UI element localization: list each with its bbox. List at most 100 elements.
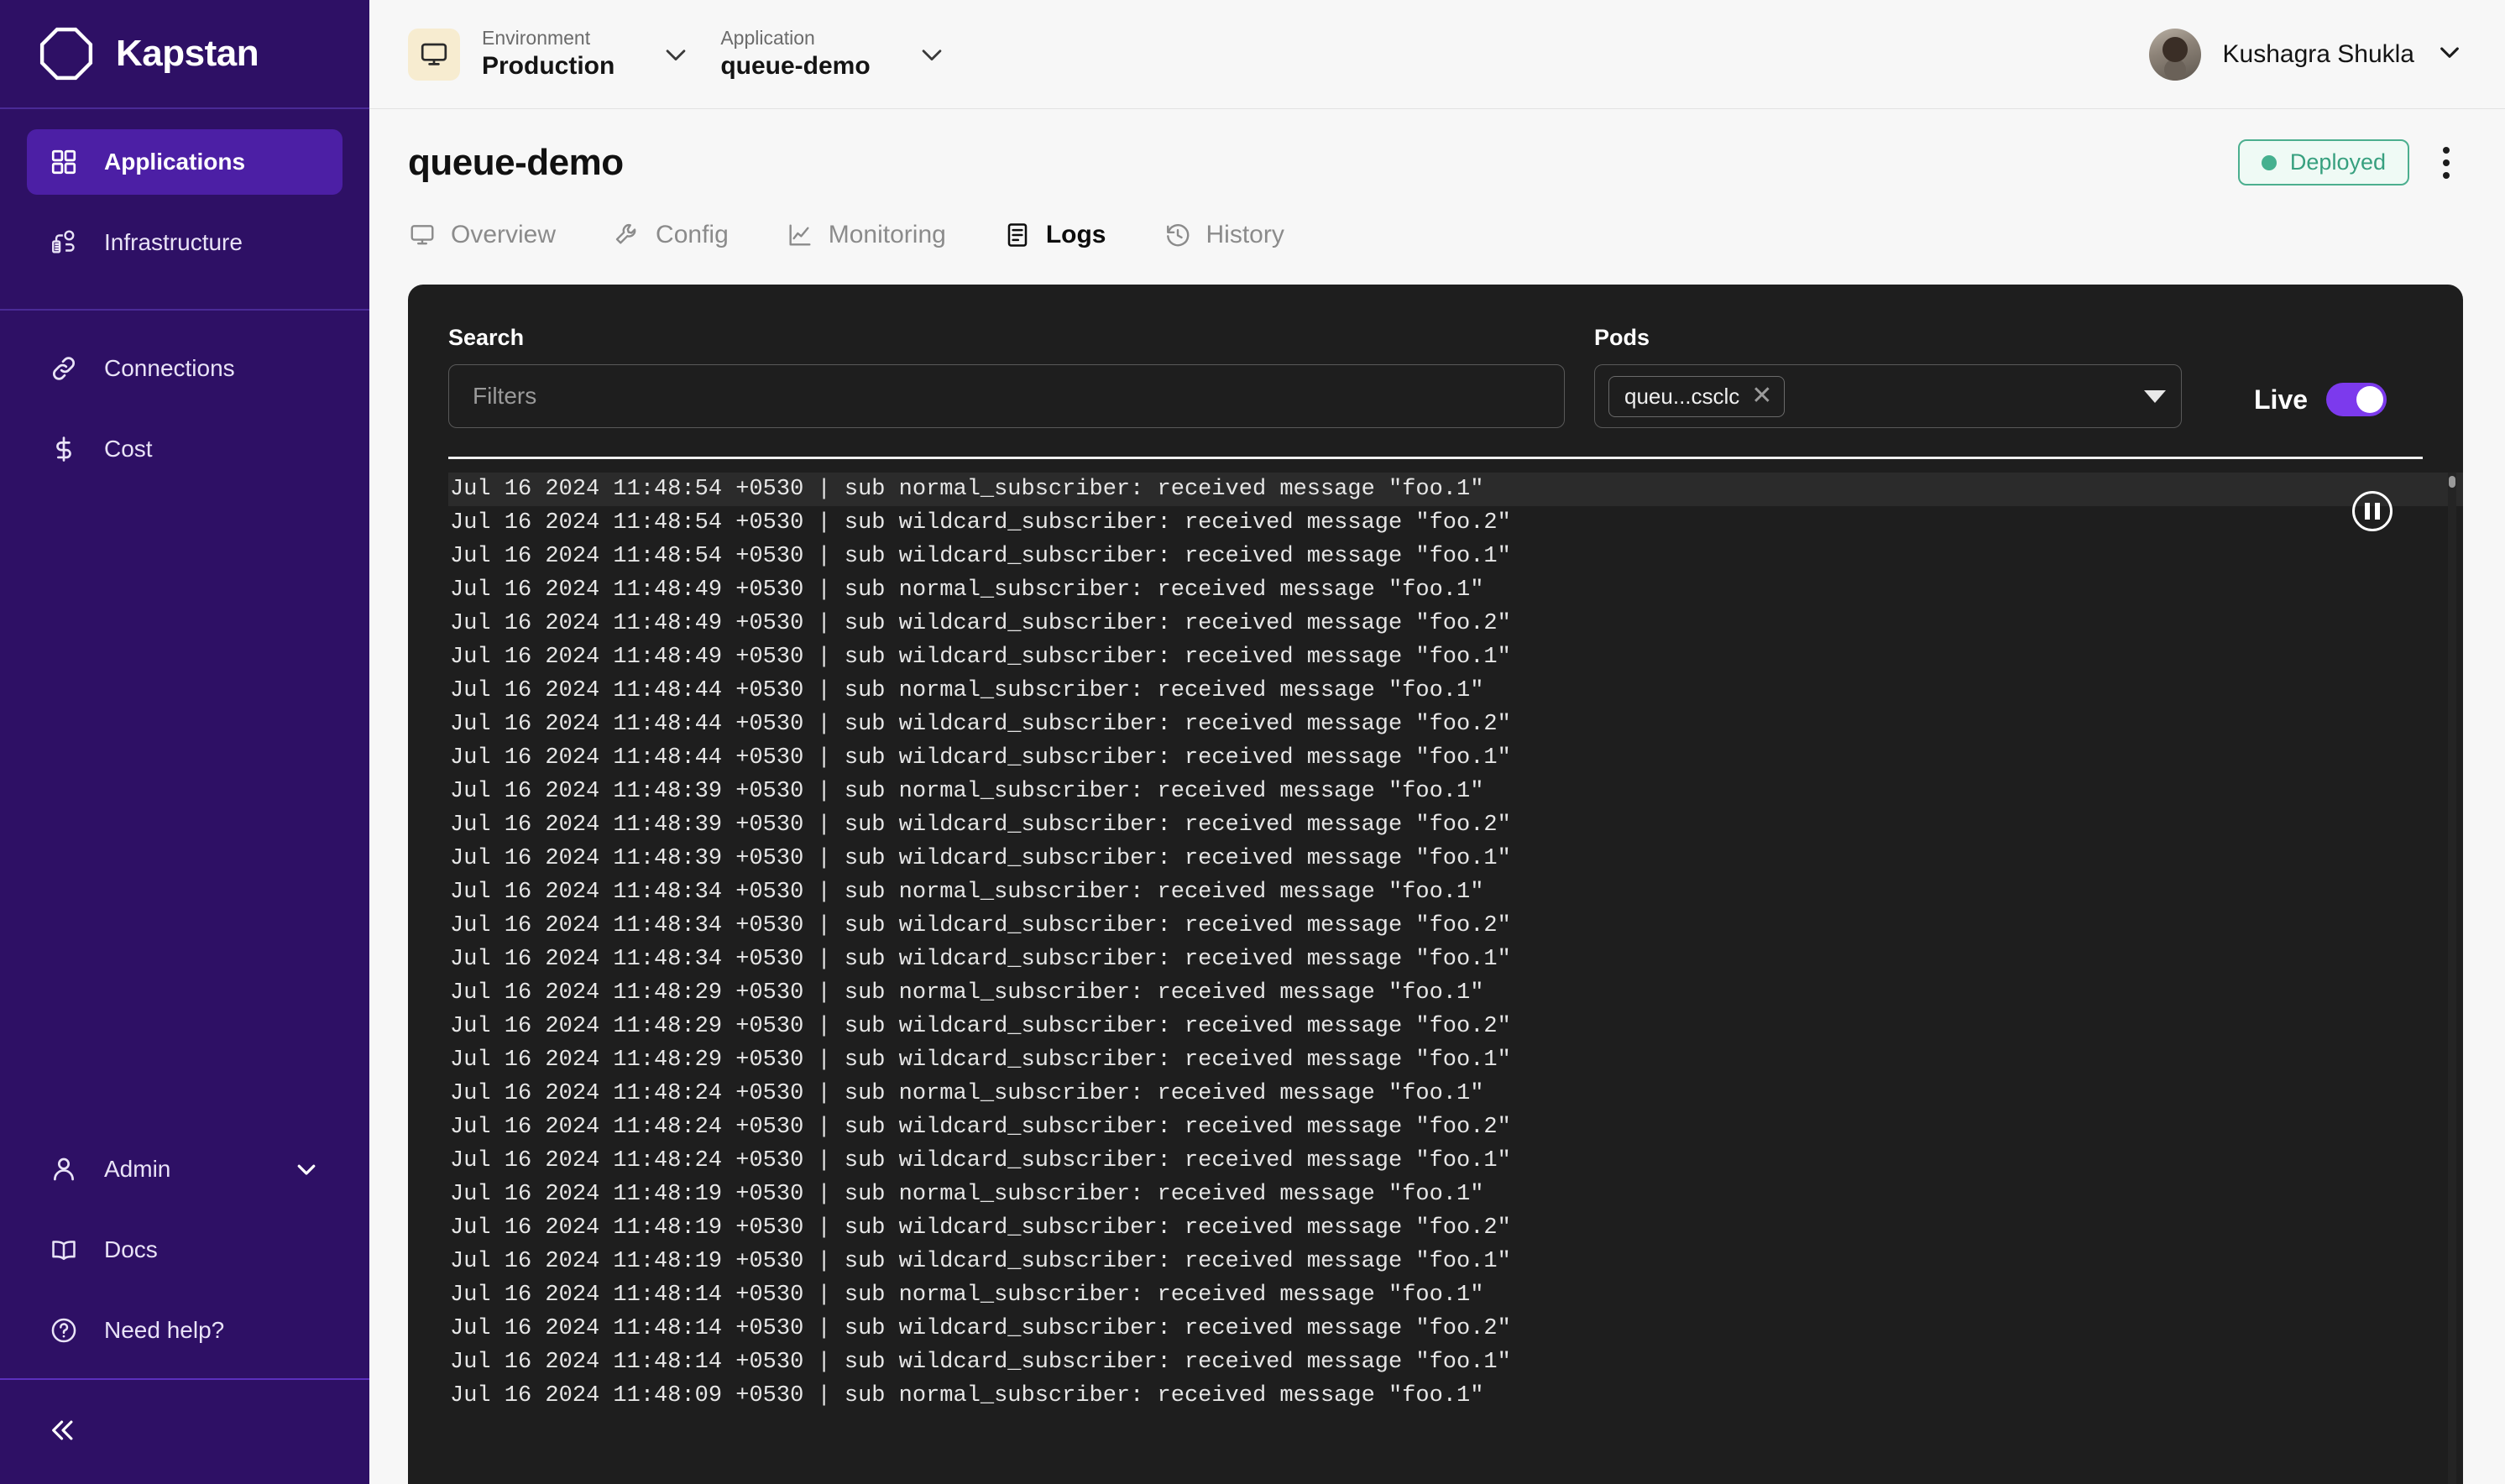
application-value: queue-demo <box>720 52 871 81</box>
sidebar-nav-bottom: Admin Docs Need help? <box>0 1137 369 1378</box>
page-title: queue-demo <box>408 141 624 183</box>
link-icon <box>49 353 79 384</box>
log-line: Jul 16 2024 11:48:44 +0530 | sub wildcar… <box>450 745 1511 771</box>
log-scrollbar[interactable] <box>2448 473 2456 1484</box>
log-line: Jul 16 2024 11:48:14 +0530 | sub wildcar… <box>450 1316 1511 1341</box>
topbar: Environment Production Application queue… <box>369 0 2505 109</box>
log-line: Jul 16 2024 11:48:54 +0530 | sub wildcar… <box>450 510 1511 536</box>
log-line: Jul 16 2024 11:48:49 +0530 | sub wildcar… <box>450 645 1511 670</box>
log-line: Jul 16 2024 11:48:19 +0530 | sub normal_… <box>450 1182 1484 1207</box>
pause-circle-icon[interactable] <box>2352 491 2393 531</box>
tab-history[interactable]: History <box>1164 221 1284 253</box>
sidebar-item-docs[interactable]: Docs <box>27 1217 343 1283</box>
monitor-icon <box>408 221 437 249</box>
pods-field-group: Pods queu...csclc ✕ <box>1594 325 2182 428</box>
avatar <box>2148 28 2201 81</box>
chart-line-icon <box>786 221 814 249</box>
log-line: Jul 16 2024 11:48:29 +0530 | sub wildcar… <box>450 1048 1511 1073</box>
live-label: Live <box>2254 384 2309 415</box>
environment-selector[interactable]: Environment Production <box>408 26 690 83</box>
log-line: Jul 16 2024 11:48:29 +0530 | sub normal_… <box>450 980 1484 1006</box>
sidebar-item-label: Admin <box>104 1156 171 1182</box>
sidebar-item-applications[interactable]: Applications <box>27 129 343 195</box>
tab-label: History <box>1205 221 1284 248</box>
search-input[interactable] <box>448 364 1565 428</box>
sidebar-item-infrastructure[interactable]: Infrastructure <box>27 210 343 275</box>
log-line: Jul 16 2024 11:48:34 +0530 | sub normal_… <box>450 880 1484 905</box>
environment-label: Environment <box>482 26 591 49</box>
sidebar-nav-secondary: Connections Cost <box>0 311 369 497</box>
more-vertical-icon[interactable] <box>2429 143 2463 183</box>
sidebar-collapse-button[interactable] <box>0 1378 369 1484</box>
pod-chip-label: queu...csclc <box>1624 383 1740 409</box>
close-icon[interactable]: ✕ <box>1751 384 1772 409</box>
live-toggle-group: Live <box>2254 383 2387 428</box>
sidebar-item-label: Need help? <box>104 1317 225 1343</box>
log-line: Jul 16 2024 11:48:24 +0530 | sub wildcar… <box>450 1115 1511 1140</box>
sidebar: Kapstan Applications Infrastructure Conn… <box>0 0 369 1484</box>
sidebar-item-connections[interactable]: Connections <box>27 336 343 401</box>
user-name: Kushagra Shukla <box>2222 39 2415 68</box>
sidebar-item-admin[interactable]: Admin <box>27 1137 343 1202</box>
chevron-down-icon[interactable] <box>662 40 690 69</box>
wrench-icon <box>613 221 641 249</box>
sidebar-item-label: Infrastructure <box>104 229 243 255</box>
search-field-group: Search <box>448 325 1565 428</box>
tab-monitoring[interactable]: Monitoring <box>786 221 946 253</box>
logs-divider <box>448 457 2423 459</box>
application-selector[interactable]: Application queue-demo <box>720 26 945 83</box>
live-toggle[interactable] <box>2326 383 2387 416</box>
log-line: Jul 16 2024 11:48:39 +0530 | sub wildcar… <box>450 846 1511 871</box>
sidebar-item-label: Cost <box>104 436 153 462</box>
user-menu[interactable]: Kushagra Shukla <box>2148 28 2464 81</box>
sidebar-item-cost[interactable]: Cost <box>27 416 343 482</box>
caret-down-icon[interactable] <box>2144 389 2166 403</box>
log-line: Jul 16 2024 11:48:44 +0530 | sub normal_… <box>450 678 1484 703</box>
sidebar-item-label: Applications <box>104 149 246 175</box>
application-label: Application <box>720 26 815 49</box>
log-area: Jul 16 2024 11:48:54 +0530 | sub normal_… <box>408 473 2463 1484</box>
status-dot-icon <box>2261 154 2277 170</box>
tabs: Overview Config Monitoring Logs History <box>408 221 2463 253</box>
infrastructure-icon <box>49 227 79 258</box>
log-line: Jul 16 2024 11:48:24 +0530 | sub wildcar… <box>450 1148 1511 1173</box>
sidebar-item-label: Connections <box>104 355 235 381</box>
pods-label: Pods <box>1594 325 1650 350</box>
double-chevron-left-icon <box>49 1416 77 1449</box>
log-line: Jul 16 2024 11:48:34 +0530 | sub wildcar… <box>450 913 1511 938</box>
log-line: Jul 16 2024 11:48:19 +0530 | sub wildcar… <box>450 1249 1511 1274</box>
environment-value: Production <box>482 52 615 81</box>
chevron-down-icon[interactable] <box>292 1155 321 1184</box>
log-line: Jul 16 2024 11:48:24 +0530 | sub normal_… <box>450 1081 1484 1106</box>
user-icon <box>49 1154 79 1184</box>
status-badge-label: Deployed <box>2289 149 2386 175</box>
log-line: Jul 16 2024 11:48:14 +0530 | sub wildcar… <box>450 1350 1511 1375</box>
tab-logs[interactable]: Logs <box>1003 221 1106 253</box>
brand-name: Kapstan <box>116 33 259 74</box>
book-icon <box>49 1235 79 1265</box>
tab-overview[interactable]: Overview <box>408 221 556 253</box>
sidebar-item-need-help[interactable]: Need help? <box>27 1298 343 1363</box>
pod-chip: queu...csclc ✕ <box>1608 375 1786 417</box>
log-scrollbar-thumb[interactable] <box>2449 476 2455 488</box>
log-line: Jul 16 2024 11:48:39 +0530 | sub normal_… <box>450 779 1484 804</box>
pods-select[interactable]: queu...csclc ✕ <box>1594 364 2182 428</box>
sidebar-item-label: Docs <box>104 1236 158 1262</box>
chevron-down-icon[interactable] <box>2436 39 2463 70</box>
log-line: Jul 16 2024 11:48:54 +0530 | sub wildcar… <box>450 544 1511 569</box>
toggle-knob <box>2356 386 2384 413</box>
app-root: Kapstan Applications Infrastructure Conn… <box>0 0 2505 1484</box>
question-circle-icon <box>49 1315 79 1346</box>
sidebar-logo[interactable]: Kapstan <box>0 0 369 109</box>
document-lines-icon <box>1003 221 1032 249</box>
main-area: Environment Production Application queue… <box>369 0 2505 1484</box>
tab-config[interactable]: Config <box>613 221 729 253</box>
logs-filter-row: Search Pods queu...csclc ✕ <box>408 285 2463 428</box>
chevron-down-icon[interactable] <box>918 40 946 69</box>
log-line: Jul 16 2024 11:48:54 +0530 | sub normal_… <box>448 473 2463 506</box>
grid-icon <box>49 147 79 177</box>
status-badge: Deployed <box>2237 139 2409 186</box>
log-line: Jul 16 2024 11:48:34 +0530 | sub wildcar… <box>450 947 1511 972</box>
log-list[interactable]: Jul 16 2024 11:48:54 +0530 | sub normal_… <box>408 473 2463 1484</box>
logs-panel: Search Pods queu...csclc ✕ <box>408 285 2463 1484</box>
